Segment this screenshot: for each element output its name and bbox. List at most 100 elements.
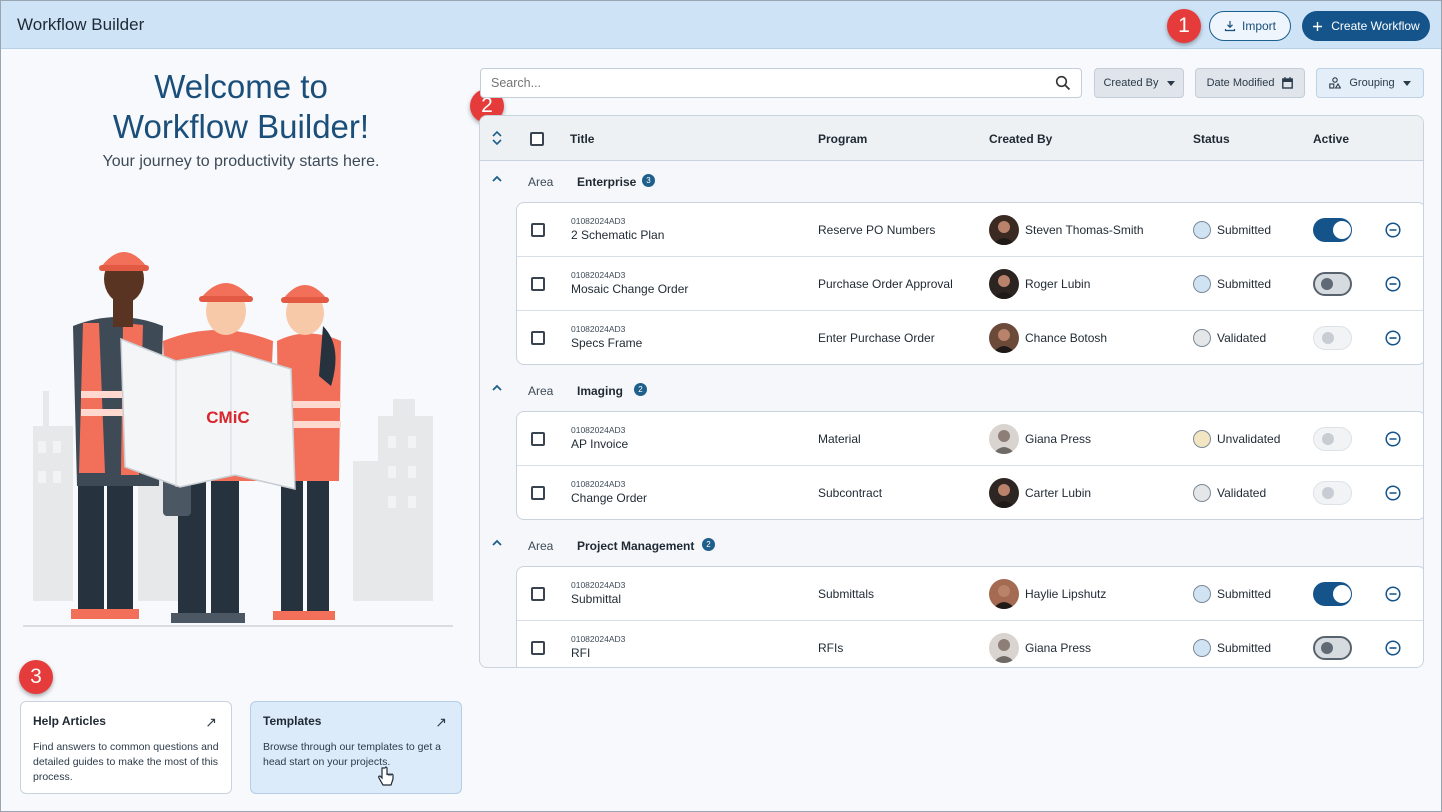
row-created-by: Steven Thomas-Smith	[1025, 223, 1144, 237]
group-area-label: Area	[528, 175, 554, 189]
row-code: 01082024AD3	[571, 580, 626, 590]
expand-collapse-icon[interactable]	[491, 130, 503, 146]
import-label: Import	[1241, 19, 1276, 33]
row-created-by: Carter Lubin	[1025, 486, 1092, 500]
caret-down-icon	[1166, 80, 1175, 86]
row-status: Validated	[1217, 486, 1267, 500]
grouping-filter[interactable]: Grouping	[1316, 68, 1424, 98]
group-count-badge: 2	[634, 383, 647, 396]
remove-icon[interactable]	[1385, 640, 1401, 656]
group-count-badge: 2	[702, 538, 715, 551]
row-checkbox[interactable]	[531, 587, 545, 601]
column-header-active[interactable]: Active	[1313, 132, 1349, 146]
table-row[interactable]: 01082024AD3 Change Order Subcontract Carter…	[517, 466, 1423, 519]
status-indicator	[1193, 430, 1211, 448]
column-header-program[interactable]: Program	[818, 132, 867, 146]
row-code: 01082024AD3	[571, 324, 626, 334]
row-program: Purchase Order Approval	[818, 277, 953, 291]
status-indicator	[1193, 329, 1211, 347]
status-indicator	[1193, 221, 1211, 239]
table-row[interactable]: 01082024AD3 2 Schematic Plan Reserve PO Nu…	[517, 203, 1423, 257]
row-checkbox[interactable]	[531, 432, 545, 446]
column-header-created-by[interactable]: Created By	[989, 132, 1052, 146]
active-toggle[interactable]	[1313, 582, 1352, 606]
row-program: Submittals	[818, 587, 875, 601]
table-row[interactable]: 01082024AD3 Mosaic Change Order Purchase O…	[517, 257, 1423, 311]
chevron-up-icon[interactable]	[491, 537, 503, 549]
toggle-knob	[1333, 221, 1351, 239]
external-link-icon: ↗	[435, 714, 447, 730]
row-status: Validated	[1217, 331, 1267, 345]
app-window: Workflow Builder Import Create Workflow …	[0, 0, 1442, 812]
table-header: Title Program Created By Status Active	[480, 116, 1423, 161]
remove-icon[interactable]	[1385, 431, 1401, 447]
table-row[interactable]: 01082024AD3 Specs Frame Enter Purchase Ord…	[517, 311, 1423, 364]
row-created-by: Roger Lubin	[1025, 277, 1091, 291]
help-articles-description: Find answers to common questions and det…	[33, 741, 219, 783]
group-name: Enterprise	[577, 175, 637, 189]
workflow-table: Title Program Created By Status Active A…	[479, 115, 1424, 668]
row-checkbox[interactable]	[531, 277, 545, 291]
group-rows: 01082024AD3 2 Schematic Plan Reserve PO Nu…	[516, 202, 1423, 365]
row-created-by: Haylie Lipshutz	[1025, 587, 1107, 601]
select-all-checkbox[interactable]	[530, 132, 544, 146]
avatar	[989, 269, 1019, 299]
table-row[interactable]: 01082024AD3 RFI RFIs Giana Press Submitted	[517, 621, 1423, 667]
top-bar: Workflow Builder Import Create Workflow	[1, 1, 1441, 49]
toggle-knob	[1321, 278, 1333, 290]
column-header-status[interactable]: Status	[1193, 132, 1230, 146]
construction-workers-illustration: CMiC	[23, 252, 453, 627]
chevron-up-icon[interactable]	[491, 173, 503, 185]
callout-marker-3: 3	[19, 660, 53, 694]
help-articles-title: Help Articles	[33, 714, 106, 728]
templates-card[interactable]: Templates ↗ Browse through our templates…	[250, 701, 462, 794]
row-checkbox[interactable]	[531, 223, 545, 237]
external-link-icon: ↗	[205, 714, 217, 730]
chevron-up-icon[interactable]	[491, 382, 503, 394]
active-toggle[interactable]	[1313, 481, 1352, 505]
status-indicator	[1193, 484, 1211, 502]
toggle-knob	[1322, 433, 1334, 445]
row-checkbox[interactable]	[531, 641, 545, 655]
group-count-badge: 3	[642, 174, 655, 187]
remove-icon[interactable]	[1385, 485, 1401, 501]
table-row[interactable]: 01082024AD3 AP Invoice Material Giana Press…	[517, 412, 1423, 466]
plus-icon	[1313, 21, 1323, 31]
search-input[interactable]	[481, 69, 1041, 97]
row-checkbox[interactable]	[531, 486, 545, 500]
active-toggle[interactable]	[1313, 272, 1352, 296]
avatar	[989, 478, 1019, 508]
column-header-title[interactable]: Title	[570, 132, 594, 146]
row-created-by: Giana Press	[1025, 432, 1092, 446]
toggle-knob	[1322, 332, 1334, 344]
create-workflow-button[interactable]: Create Workflow	[1302, 11, 1430, 41]
avatar	[989, 215, 1019, 245]
row-status: Unvalidated	[1217, 432, 1281, 446]
table-row[interactable]: 01082024AD3 Submittal Submittals Haylie Lip…	[517, 567, 1423, 621]
avatar	[989, 424, 1019, 454]
avatar	[989, 579, 1019, 609]
toggle-knob	[1322, 487, 1334, 499]
group-rows: 01082024AD3 AP Invoice Material Giana Press…	[516, 411, 1423, 520]
import-button[interactable]: Import	[1209, 11, 1291, 41]
group-name: Project Management	[577, 539, 695, 553]
search-box[interactable]	[480, 68, 1082, 98]
row-program: RFIs	[818, 641, 844, 655]
active-toggle[interactable]	[1313, 427, 1352, 451]
active-toggle[interactable]	[1313, 326, 1352, 350]
remove-icon[interactable]	[1385, 276, 1401, 292]
date-modified-label: Date Modified	[1206, 77, 1275, 89]
created-by-filter[interactable]: Created By	[1094, 68, 1184, 98]
row-code: 01082024AD3	[571, 425, 626, 435]
remove-icon[interactable]	[1385, 222, 1401, 238]
group-area-label: Area	[528, 384, 554, 398]
remove-icon[interactable]	[1385, 586, 1401, 602]
row-checkbox[interactable]	[531, 331, 545, 345]
active-toggle[interactable]	[1313, 218, 1352, 242]
row-title: Change Order	[571, 491, 648, 505]
date-modified-filter[interactable]: Date Modified	[1195, 68, 1305, 98]
help-articles-card[interactable]: Help Articles ↗ Find answers to common q…	[20, 701, 232, 794]
active-toggle[interactable]	[1313, 636, 1352, 660]
group-row: Area Project Management 2	[480, 526, 1423, 566]
remove-icon[interactable]	[1385, 330, 1401, 346]
